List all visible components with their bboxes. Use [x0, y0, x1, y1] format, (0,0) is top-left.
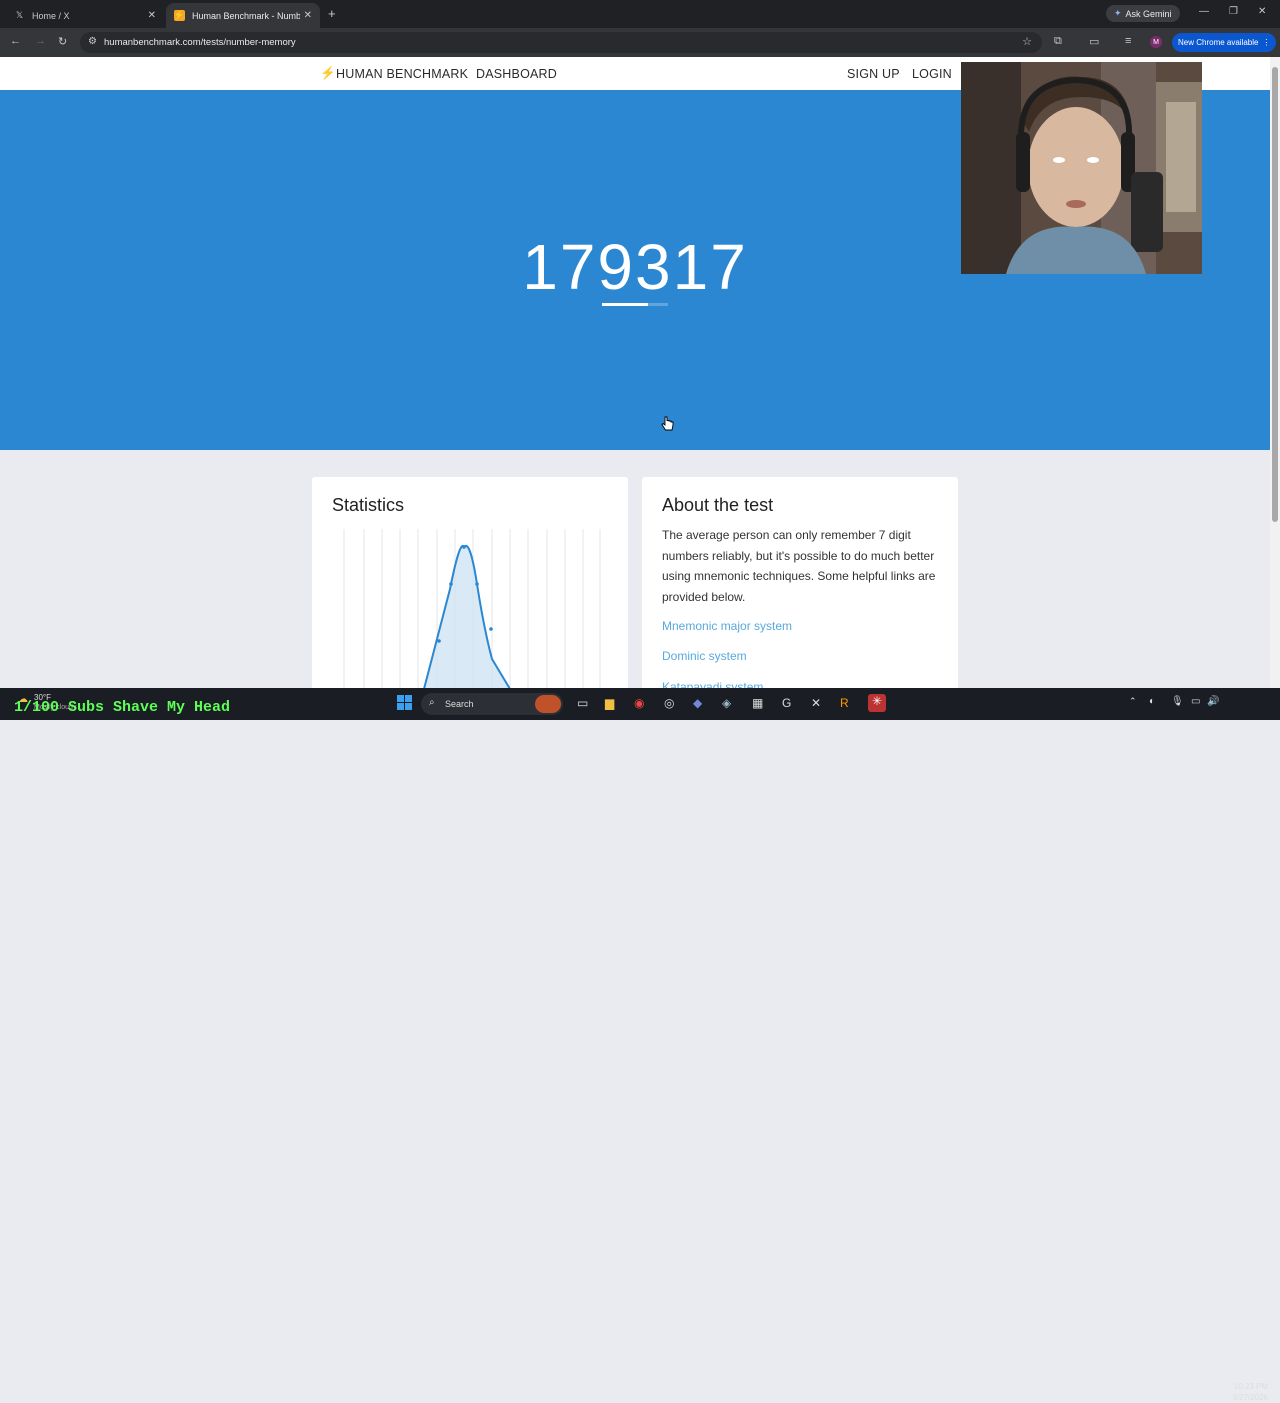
browser-toolbar: ← → ↻ ⚙ humanbenchmark.com/tests/number-… — [0, 28, 1280, 57]
statistics-chart — [343, 529, 601, 688]
x-logo-icon: 𝕏 — [15, 10, 24, 20]
app-rl-icon[interactable]: R — [840, 696, 849, 710]
link-katapayadi-system[interactable]: Katapayadi system — [662, 680, 763, 688]
brand-link[interactable]: HUMAN BENCHMARK — [336, 67, 468, 81]
microphone-icon[interactable]: 🎙 — [1171, 696, 1184, 707]
human-benchmark-favicon-icon: ⚡ — [173, 10, 186, 21]
discord-icon[interactable]: ◆ — [693, 696, 702, 710]
new-chrome-label: New Chrome available — [1178, 38, 1259, 47]
search-icon: ⌕ — [429, 697, 435, 708]
lightning-icon: ⚡ — [320, 66, 336, 80]
tab-human-benchmark[interactable]: ⚡ Human Benchmark - Number M ✕ — [166, 3, 320, 28]
windows-start-icon[interactable] — [397, 695, 412, 710]
browser-tab-bar: 𝕏 Home / X ✕ ⚡ Human Benchmark - Number … — [0, 0, 1280, 28]
profile-avatar[interactable]: M — [1150, 36, 1162, 48]
about-title: About the test — [662, 495, 774, 515]
bookmark-star-icon[interactable]: ☆ — [1022, 35, 1032, 48]
login-link[interactable]: LOGIN — [912, 67, 952, 81]
site-info-icon[interactable]: ⚙ — [88, 36, 97, 47]
tab-title: Human Benchmark - Number M — [192, 10, 300, 21]
extensions-icon[interactable]: ⧉ — [1054, 35, 1062, 48]
page-content: ⚡ HUMAN BENCHMARK DASHBOARD SIGN UP LOGI… — [0, 57, 1270, 688]
calculator-icon[interactable]: ▦ — [752, 696, 763, 710]
about-text: The average person can only remember 7 d… — [662, 528, 936, 604]
gemini-spark-icon: ✦ — [1114, 8, 1122, 18]
search-highlight-icon — [535, 695, 561, 713]
app-star-icon[interactable]: ✳ — [868, 694, 886, 712]
hand-cursor-icon — [661, 416, 674, 431]
new-tab-plus-icon[interactable]: + — [328, 6, 336, 21]
ask-gemini-label: Ask Gemini — [1125, 8, 1172, 19]
scrollbar-thumb[interactable] — [1272, 67, 1278, 522]
dashboard-link[interactable]: DASHBOARD — [476, 67, 557, 81]
clock-date: 3/27/2026 — [1232, 1393, 1268, 1402]
tab-title: Home / X — [32, 10, 70, 21]
about-card: About the test The average person can on… — [642, 477, 958, 688]
tray-chevron-icon[interactable]: ⌃ — [1129, 696, 1137, 707]
kebab-menu-icon: ⋮ — [1262, 38, 1271, 47]
address-bar[interactable]: ⚙ humanbenchmark.com/tests/number-memory… — [80, 32, 1042, 53]
webcam-overlay — [961, 62, 1202, 274]
taskbar-clock[interactable]: 10:23 PM 3/27/2026 — [1223, 1381, 1268, 1403]
timer-bar — [602, 303, 668, 306]
clock-time: 10:23 PM — [1233, 1382, 1268, 1391]
taskbar-search[interactable]: ⌕ Search — [421, 693, 563, 715]
forward-arrow-icon[interactable]: → — [35, 35, 46, 47]
media-icon[interactable]: ▭ — [1089, 35, 1099, 48]
task-view-icon[interactable]: ▭ — [577, 696, 588, 710]
steam-icon[interactable]: ◈ — [722, 696, 731, 710]
app-x-icon[interactable]: ✕ — [811, 696, 821, 710]
close-window-icon[interactable]: ✕ — [1258, 6, 1266, 17]
statistics-card: Statistics — [312, 477, 628, 688]
close-tab-icon[interactable]: ✕ — [304, 10, 312, 21]
page-scrollbar[interactable] — [1270, 57, 1280, 688]
reload-icon[interactable]: ↻ — [58, 35, 67, 48]
tab-home-x[interactable]: 𝕏 Home / X ✕ — [6, 3, 164, 28]
tab-search-icon[interactable]: ≡ — [1125, 35, 1131, 47]
volume-icon[interactable]: 🔊 — [1207, 696, 1219, 707]
tray-app-icon[interactable]: ◐ — [1149, 696, 1155, 707]
stream-overlay-text: 1/100 Subs Shave My Head — [14, 699, 231, 716]
link-dominic-system[interactable]: Dominic system — [662, 649, 747, 663]
file-explorer-icon[interactable]: ▆ — [605, 696, 614, 710]
close-tab-icon[interactable]: ✕ — [148, 10, 156, 21]
link-mnemonic-major-system[interactable]: Mnemonic major system — [662, 619, 792, 633]
timer-bar-fill — [602, 303, 649, 306]
statistics-title: Statistics — [332, 495, 405, 515]
obs-icon[interactable]: ◎ — [664, 696, 674, 710]
signup-link[interactable]: SIGN UP — [847, 67, 900, 81]
network-icon[interactable]: ▭ — [1191, 696, 1200, 707]
new-chrome-available-button[interactable]: New Chrome available ⋮ — [1172, 33, 1277, 52]
taskbar-search-label: Search — [445, 699, 474, 709]
url-text: humanbenchmark.com/tests/number-memory — [104, 37, 296, 48]
chrome-icon[interactable]: ◉ — [634, 696, 644, 710]
restore-icon[interactable]: ❐ — [1229, 6, 1238, 17]
ask-gemini-button[interactable]: ✦ Ask Gemini — [1106, 5, 1180, 22]
app-g-icon[interactable]: G — [782, 696, 791, 710]
minimize-icon[interactable]: — — [1199, 6, 1209, 17]
back-arrow-icon[interactable]: ← — [10, 35, 21, 47]
